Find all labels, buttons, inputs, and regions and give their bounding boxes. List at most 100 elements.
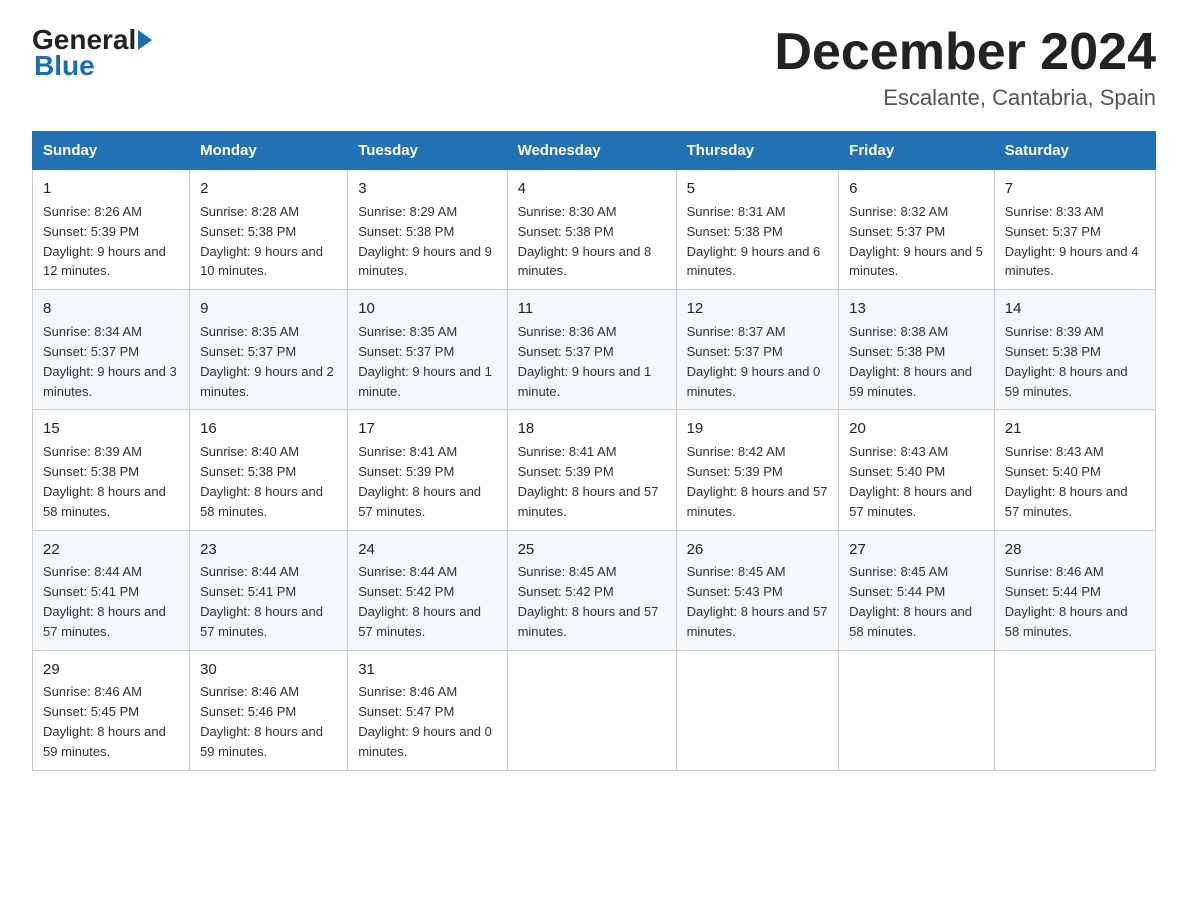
- logo-arrow-icon: [138, 30, 152, 50]
- day-info: Sunrise: 8:41 AMSunset: 5:39 PMDaylight:…: [358, 444, 481, 519]
- calendar-week-row: 15 Sunrise: 8:39 AMSunset: 5:38 PMDayligh…: [33, 410, 1156, 530]
- day-info: Sunrise: 8:36 AMSunset: 5:37 PMDaylight:…: [518, 324, 652, 399]
- calendar-table: Sunday Monday Tuesday Wednesday Thursday…: [32, 131, 1156, 771]
- table-row: 3 Sunrise: 8:29 AMSunset: 5:38 PMDaylight…: [348, 170, 507, 290]
- table-row: 17 Sunrise: 8:41 AMSunset: 5:39 PMDayligh…: [348, 410, 507, 530]
- day-info: Sunrise: 8:45 AMSunset: 5:44 PMDaylight:…: [849, 564, 972, 639]
- day-info: Sunrise: 8:29 AMSunset: 5:38 PMDaylight:…: [358, 204, 492, 279]
- table-row: 22Sunrise: 8:44 AMSunset: 5:41 PMDayligh…: [33, 530, 190, 650]
- table-row: [676, 650, 839, 770]
- day-number: 4: [518, 178, 666, 200]
- day-number: 15: [43, 418, 179, 440]
- day-number: 11: [518, 298, 666, 320]
- table-row: 6Sunrise: 8:32 AMSunset: 5:37 PMDaylight…: [839, 170, 995, 290]
- table-row: 2Sunrise: 8:28 AMSunset: 5:38 PMDaylight…: [190, 170, 348, 290]
- col-saturday: Saturday: [994, 132, 1155, 170]
- day-info: Sunrise: 8:33 AMSunset: 5:37 PMDaylight:…: [1005, 204, 1139, 279]
- col-monday: Monday: [190, 132, 348, 170]
- table-row: [994, 650, 1155, 770]
- day-info: Sunrise: 8:34 AMSunset: 5:37 PMDaylight:…: [43, 324, 177, 399]
- table-row: 8 Sunrise: 8:34 AMSunset: 5:37 PMDaylight…: [33, 290, 190, 410]
- calendar-week-row: 29 Sunrise: 8:46 AMSunset: 5:45 PMDayligh…: [33, 650, 1156, 770]
- day-number: 13: [849, 298, 984, 320]
- col-friday: Friday: [839, 132, 995, 170]
- logo: General Blue: [32, 24, 152, 82]
- day-number: 14: [1005, 298, 1145, 320]
- day-info: Sunrise: 8:32 AMSunset: 5:37 PMDaylight:…: [849, 204, 983, 279]
- day-info: Sunrise: 8:46 AMSunset: 5:45 PMDaylight:…: [43, 684, 166, 759]
- day-number: 21: [1005, 418, 1145, 440]
- day-number: 18: [518, 418, 666, 440]
- calendar-header-row: Sunday Monday Tuesday Wednesday Thursday…: [33, 132, 1156, 170]
- header: General Blue December 2024 Escalante, Ca…: [32, 24, 1156, 111]
- day-number: 5: [687, 178, 829, 200]
- day-number: 2: [200, 178, 337, 200]
- day-number: 20: [849, 418, 984, 440]
- day-info: Sunrise: 8:38 AMSunset: 5:38 PMDaylight:…: [849, 324, 972, 399]
- day-number: 8: [43, 298, 179, 320]
- day-number: 19: [687, 418, 829, 440]
- day-info: Sunrise: 8:44 AMSunset: 5:41 PMDaylight:…: [43, 564, 166, 639]
- table-row: [839, 650, 995, 770]
- day-number: 28: [1005, 539, 1145, 561]
- col-tuesday: Tuesday: [348, 132, 507, 170]
- calendar-week-row: 8 Sunrise: 8:34 AMSunset: 5:37 PMDaylight…: [33, 290, 1156, 410]
- day-number: 29: [43, 659, 179, 681]
- location-title: Escalante, Cantabria, Spain: [774, 85, 1156, 111]
- day-info: Sunrise: 8:44 AMSunset: 5:42 PMDaylight:…: [358, 564, 481, 639]
- day-number: 3: [358, 178, 496, 200]
- table-row: 28 Sunrise: 8:46 AMSunset: 5:44 PMDayligh…: [994, 530, 1155, 650]
- title-area: December 2024 Escalante, Cantabria, Spai…: [774, 24, 1156, 111]
- logo-blue-text: Blue: [34, 50, 152, 82]
- day-number: 10: [358, 298, 496, 320]
- day-info: Sunrise: 8:26 AMSunset: 5:39 PMDaylight:…: [43, 204, 166, 279]
- day-info: Sunrise: 8:43 AMSunset: 5:40 PMDaylight:…: [1005, 444, 1128, 519]
- day-info: Sunrise: 8:37 AMSunset: 5:37 PMDaylight:…: [687, 324, 821, 399]
- day-info: Sunrise: 8:45 AMSunset: 5:42 PMDaylight:…: [518, 564, 659, 639]
- table-row: 25 Sunrise: 8:45 AMSunset: 5:42 PMDayligh…: [507, 530, 676, 650]
- day-info: Sunrise: 8:46 AMSunset: 5:47 PMDaylight:…: [358, 684, 492, 759]
- day-number: 31: [358, 659, 496, 681]
- calendar-week-row: 22Sunrise: 8:44 AMSunset: 5:41 PMDayligh…: [33, 530, 1156, 650]
- day-number: 16: [200, 418, 337, 440]
- table-row: 30 Sunrise: 8:46 AMSunset: 5:46 PMDayligh…: [190, 650, 348, 770]
- day-number: 7: [1005, 178, 1145, 200]
- table-row: [507, 650, 676, 770]
- day-info: Sunrise: 8:46 AMSunset: 5:46 PMDaylight:…: [200, 684, 323, 759]
- day-info: Sunrise: 8:30 AMSunset: 5:38 PMDaylight:…: [518, 204, 652, 279]
- table-row: 23 Sunrise: 8:44 AMSunset: 5:41 PMDayligh…: [190, 530, 348, 650]
- day-info: Sunrise: 8:39 AMSunset: 5:38 PMDaylight:…: [43, 444, 166, 519]
- day-number: 25: [518, 539, 666, 561]
- day-info: Sunrise: 8:39 AMSunset: 5:38 PMDaylight:…: [1005, 324, 1128, 399]
- day-number: 30: [200, 659, 337, 681]
- day-info: Sunrise: 8:46 AMSunset: 5:44 PMDaylight:…: [1005, 564, 1128, 639]
- day-info: Sunrise: 8:35 AMSunset: 5:37 PMDaylight:…: [358, 324, 492, 399]
- day-info: Sunrise: 8:42 AMSunset: 5:39 PMDaylight:…: [687, 444, 828, 519]
- col-wednesday: Wednesday: [507, 132, 676, 170]
- day-info: Sunrise: 8:35 AMSunset: 5:37 PMDaylight:…: [200, 324, 334, 399]
- table-row: 29 Sunrise: 8:46 AMSunset: 5:45 PMDayligh…: [33, 650, 190, 770]
- day-number: 23: [200, 539, 337, 561]
- table-row: 13 Sunrise: 8:38 AMSunset: 5:38 PMDayligh…: [839, 290, 995, 410]
- day-info: Sunrise: 8:31 AMSunset: 5:38 PMDaylight:…: [687, 204, 821, 279]
- table-row: 19 Sunrise: 8:42 AMSunset: 5:39 PMDayligh…: [676, 410, 839, 530]
- table-row: 27Sunrise: 8:45 AMSunset: 5:44 PMDayligh…: [839, 530, 995, 650]
- table-row: 11 Sunrise: 8:36 AMSunset: 5:37 PMDayligh…: [507, 290, 676, 410]
- table-row: 20Sunrise: 8:43 AMSunset: 5:40 PMDayligh…: [839, 410, 995, 530]
- table-row: 10 Sunrise: 8:35 AMSunset: 5:37 PMDayligh…: [348, 290, 507, 410]
- day-number: 1: [43, 178, 179, 200]
- table-row: 12 Sunrise: 8:37 AMSunset: 5:37 PMDayligh…: [676, 290, 839, 410]
- day-info: Sunrise: 8:40 AMSunset: 5:38 PMDaylight:…: [200, 444, 323, 519]
- col-thursday: Thursday: [676, 132, 839, 170]
- table-row: 24Sunrise: 8:44 AMSunset: 5:42 PMDayligh…: [348, 530, 507, 650]
- day-number: 26: [687, 539, 829, 561]
- day-info: Sunrise: 8:44 AMSunset: 5:41 PMDaylight:…: [200, 564, 323, 639]
- table-row: 5 Sunrise: 8:31 AMSunset: 5:38 PMDaylight…: [676, 170, 839, 290]
- day-number: 12: [687, 298, 829, 320]
- table-row: 15 Sunrise: 8:39 AMSunset: 5:38 PMDayligh…: [33, 410, 190, 530]
- day-number: 17: [358, 418, 496, 440]
- table-row: 21 Sunrise: 8:43 AMSunset: 5:40 PMDayligh…: [994, 410, 1155, 530]
- table-row: 9Sunrise: 8:35 AMSunset: 5:37 PMDaylight…: [190, 290, 348, 410]
- table-row: 26Sunrise: 8:45 AMSunset: 5:43 PMDayligh…: [676, 530, 839, 650]
- day-info: Sunrise: 8:41 AMSunset: 5:39 PMDaylight:…: [518, 444, 659, 519]
